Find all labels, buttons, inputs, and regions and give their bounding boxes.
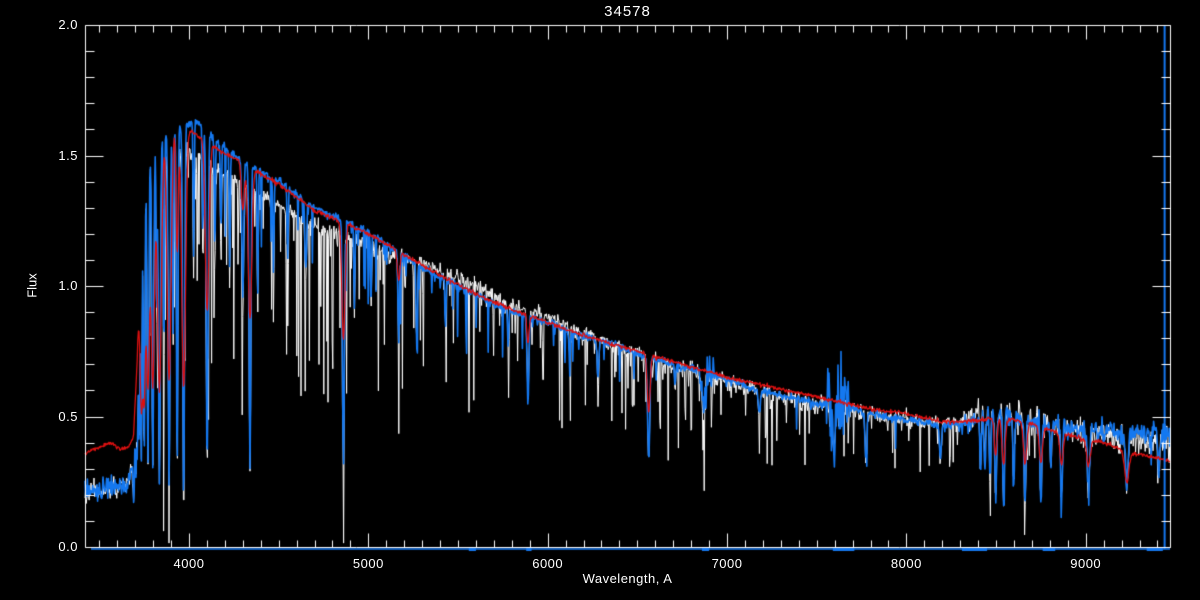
y-tick-label: 0.5 bbox=[58, 408, 78, 424]
spectrum-plot-canvas bbox=[0, 0, 1200, 600]
x-tick-label: 8000 bbox=[890, 556, 922, 571]
x-tick-label: 4000 bbox=[173, 556, 205, 571]
x-axis-label: Wavelength, A bbox=[582, 571, 673, 586]
x-tick-label: 5000 bbox=[352, 556, 384, 571]
y-tick-label: 2.0 bbox=[58, 17, 78, 32]
x-tick-label: 9000 bbox=[1070, 556, 1102, 571]
chart-title: 34578 bbox=[604, 3, 651, 20]
y-tick-label: 1.5 bbox=[58, 147, 78, 163]
y-tick-label: 0.0 bbox=[58, 539, 78, 554]
x-tick-label: 6000 bbox=[532, 556, 564, 571]
y-tick-label: 1.0 bbox=[58, 278, 78, 293]
spectrum-chart: 34578 Wavelength, A Flux 4000 5000 6000 700… bbox=[0, 0, 1200, 600]
x-tick-label: 7000 bbox=[711, 556, 743, 571]
